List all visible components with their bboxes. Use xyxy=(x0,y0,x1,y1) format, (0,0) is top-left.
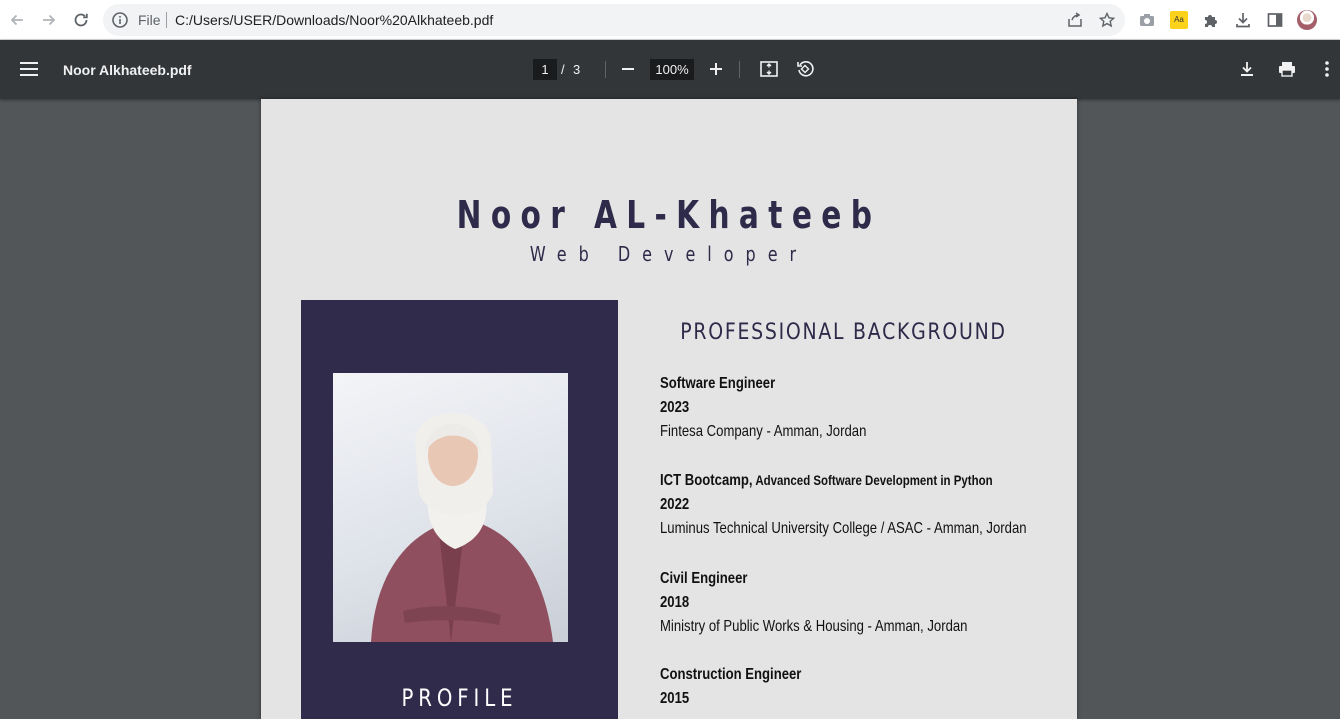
side-panel-icon xyxy=(1267,13,1283,27)
document-title: Noor Alkhateeb.pdf xyxy=(63,62,192,78)
download-icon xyxy=(1241,62,1253,76)
section-heading: PROFESSIONAL BACKGROUND xyxy=(680,320,1007,345)
menu-button[interactable] xyxy=(17,57,41,81)
file-scheme-label: File xyxy=(138,12,161,28)
rotate-button[interactable] xyxy=(793,57,817,81)
print-button[interactable] xyxy=(1275,57,1299,81)
bookmark-button[interactable] xyxy=(1097,10,1117,30)
more-actions-button[interactable] xyxy=(1315,57,1339,81)
toolbar-divider xyxy=(605,61,606,78)
job-year: 2015 xyxy=(660,690,690,707)
share-button[interactable] xyxy=(1065,10,1085,30)
address-bar[interactable]: File C:/Users/USER/Downloads/Noor%20Alkh… xyxy=(103,4,1125,36)
extensions-button[interactable] xyxy=(1200,9,1222,31)
job-title: Software Engineer xyxy=(660,375,776,392)
job-entry: Civil Engineer 2018 Ministry of Public W… xyxy=(660,566,1060,639)
job-title: Construction Engineer xyxy=(660,666,802,683)
url-separator xyxy=(166,12,167,28)
profile-avatar-button[interactable] xyxy=(1296,9,1318,31)
job-entry: Software Engineer 2023 Fintesa Company -… xyxy=(660,371,1060,444)
avatar xyxy=(1297,10,1317,30)
resume-name: Noor AL-Khateeb xyxy=(456,193,882,237)
fit-to-page-icon xyxy=(760,61,778,77)
job-title: ICT Bootcamp, Advanced Software Developm… xyxy=(660,472,993,489)
url-text[interactable]: C:/Users/USER/Downloads/Noor%20Alkhateeb… xyxy=(175,12,493,28)
resume-role: Web Developer xyxy=(529,242,809,266)
camera-icon xyxy=(1140,14,1154,26)
job-entry: ICT Bootcamp, Advanced Software Developm… xyxy=(660,468,1060,541)
page-total: 3 xyxy=(573,62,581,77)
zoom-level-input[interactable] xyxy=(650,59,694,80)
arrow-left-icon xyxy=(10,14,23,26)
rotate-icon xyxy=(797,61,814,77)
plus-icon xyxy=(710,63,722,75)
profile-photo xyxy=(333,373,568,642)
job-entry: Construction Engineer 2015 xyxy=(660,662,1060,711)
downloads-button[interactable] xyxy=(1232,9,1254,31)
page-number-input[interactable] xyxy=(533,59,557,80)
job-place: Luminus Technical University College / A… xyxy=(660,520,1027,537)
info-icon[interactable] xyxy=(111,11,129,29)
job-title: Civil Engineer xyxy=(660,570,748,587)
dictionary-icon: Aa xyxy=(1170,11,1188,29)
job-place: Ministry of Public Works & Housing - Amm… xyxy=(660,618,968,635)
dictionary-extension-button[interactable]: Aa xyxy=(1168,9,1190,31)
zoom-in-button[interactable] xyxy=(704,57,728,81)
toolbar-divider xyxy=(739,61,740,78)
portrait-illustration xyxy=(371,413,553,642)
browser-toolbar: File C:/Users/USER/Downloads/Noor%20Alkh… xyxy=(0,0,1340,40)
job-year: 2023 xyxy=(660,399,690,416)
print-icon xyxy=(1279,62,1295,77)
reload-button[interactable] xyxy=(69,8,93,32)
camera-extension-button[interactable] xyxy=(1136,9,1158,31)
download-button[interactable] xyxy=(1235,57,1259,81)
job-place: Fintesa Company - Amman, Jordan xyxy=(660,423,867,440)
more-vert-icon xyxy=(1325,61,1329,77)
pdf-toolbar: Noor Alkhateeb.pdf / 3 xyxy=(0,40,1340,99)
zoom-out-button[interactable] xyxy=(616,57,640,81)
fit-page-button[interactable] xyxy=(757,57,781,81)
arrow-right-icon xyxy=(43,14,56,26)
reload-icon xyxy=(74,13,88,27)
side-panel-button[interactable] xyxy=(1264,9,1286,31)
hamburger-icon xyxy=(20,62,38,76)
profile-heading: PROFILE xyxy=(401,684,518,712)
back-button[interactable] xyxy=(5,8,29,32)
share-icon xyxy=(1068,12,1082,27)
job-year: 2018 xyxy=(660,594,690,611)
job-year: 2022 xyxy=(660,496,690,513)
minus-icon xyxy=(622,68,634,70)
profile-sidebar: PROFILE xyxy=(301,300,618,719)
page-separator: / xyxy=(561,62,565,77)
pdf-page: Noor AL-Khateeb Web Developer PROFILE PR… xyxy=(261,99,1077,719)
star-icon xyxy=(1099,12,1115,28)
forward-button[interactable] xyxy=(37,8,61,32)
puzzle-icon xyxy=(1205,15,1217,27)
download-icon xyxy=(1236,13,1250,28)
